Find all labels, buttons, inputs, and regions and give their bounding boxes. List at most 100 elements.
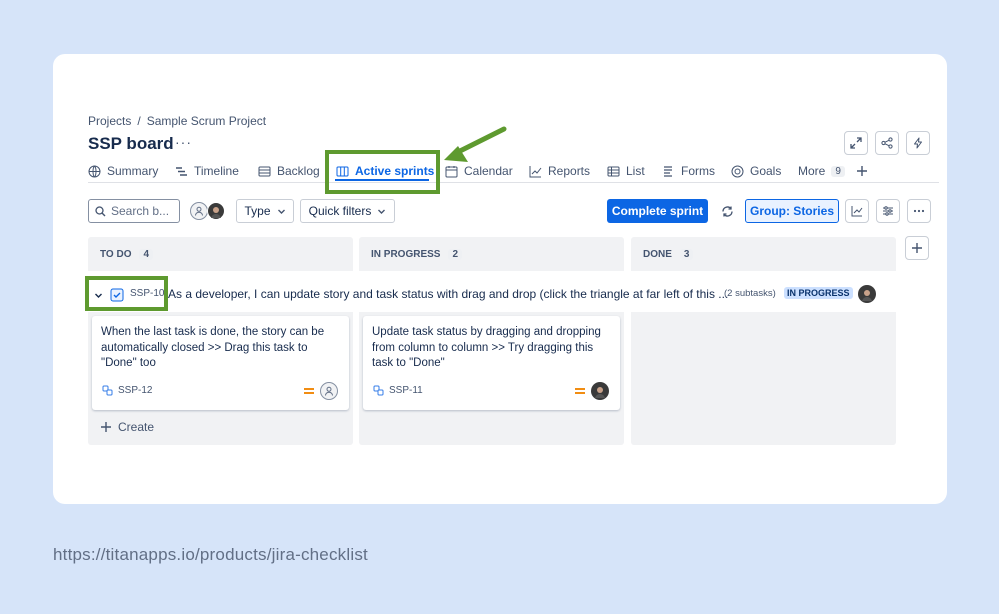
user-photo-icon <box>209 204 223 218</box>
goals-icon <box>731 165 744 178</box>
tab-timeline[interactable]: Timeline <box>175 162 239 180</box>
issue-key-row: SSP-12 <box>102 385 152 396</box>
forms-icon <box>662 165 675 178</box>
share-button[interactable] <box>875 131 899 155</box>
tab-goals-label: Goals <box>750 164 781 178</box>
plus-icon <box>911 242 923 254</box>
tab-summary-label: Summary <box>107 164 158 178</box>
story-assignee-avatar[interactable] <box>858 285 876 303</box>
tab-goals[interactable]: Goals <box>731 162 781 180</box>
story-subtasks: (2 subtasks) <box>724 288 776 299</box>
breadcrumb: Projects / Sample Scrum Project <box>88 114 266 128</box>
search-icon <box>95 206 106 217</box>
column-todo-header: TO DO 4 <box>88 237 353 271</box>
person-icon <box>194 206 204 216</box>
share-icon <box>881 137 893 149</box>
breadcrumb-separator: / <box>137 114 140 128</box>
column-done-body <box>631 312 896 445</box>
user-photo-icon <box>860 287 874 301</box>
annotation-arrow-icon <box>438 124 508 166</box>
column-done-title: DONE <box>643 249 672 260</box>
search-input[interactable]: Search b... <box>88 199 180 223</box>
chevron-down-icon <box>277 207 286 216</box>
story-key-highlight <box>85 276 168 311</box>
tab-list[interactable]: List <box>607 162 645 180</box>
story-summary: As a developer, I can update story and t… <box>168 287 728 301</box>
tab-calendar-label: Calendar <box>464 164 513 178</box>
expand-icon <box>850 137 862 149</box>
add-column-button[interactable] <box>905 236 929 260</box>
tab-backlog[interactable]: Backlog <box>258 162 320 180</box>
tab-forms-label: Forms <box>681 164 715 178</box>
issue-summary: When the last task is done, the story ca… <box>101 325 340 372</box>
quick-filters-dropdown[interactable]: Quick filters <box>300 199 395 223</box>
tabs-divider <box>88 182 939 183</box>
breadcrumb-projects[interactable]: Projects <box>88 114 131 128</box>
calendar-icon <box>445 165 458 178</box>
breadcrumb-project[interactable]: Sample Scrum Project <box>147 114 266 128</box>
page-title: SSP board <box>88 134 174 154</box>
column-done-header: DONE 3 <box>631 237 896 271</box>
type-filter-label: Type <box>244 204 270 218</box>
column-todo-title: TO DO <box>100 249 131 260</box>
assignee-avatar-unassigned[interactable] <box>320 382 338 400</box>
tab-more-label: More <box>798 164 825 178</box>
avatar-user[interactable] <box>207 202 225 220</box>
column-inprogress-count: 2 <box>448 249 462 260</box>
tab-reports-label: Reports <box>548 164 590 178</box>
plus-icon <box>856 165 868 177</box>
column-todo-count: 4 <box>139 249 153 260</box>
insights-button[interactable] <box>845 199 869 223</box>
person-icon <box>324 386 334 396</box>
footer-url: https://titanapps.io/products/jira-check… <box>53 545 368 565</box>
automation-button[interactable] <box>906 131 930 155</box>
subtask-icon <box>102 385 113 396</box>
plus-icon <box>100 421 112 433</box>
assignee-avatar[interactable] <box>591 382 609 400</box>
globe-icon <box>88 165 101 178</box>
active-sprints-highlight <box>325 150 440 194</box>
tab-timeline-label: Timeline <box>194 164 239 178</box>
more-count-badge: 9 <box>831 166 845 177</box>
issue-key[interactable]: SSP-11 <box>389 385 423 396</box>
reports-icon <box>529 165 542 178</box>
tab-summary[interactable]: Summary <box>88 162 158 180</box>
tab-list-label: List <box>626 164 645 178</box>
issue-summary: Update task status by dragging and dropp… <box>372 325 611 372</box>
type-filter-dropdown[interactable]: Type <box>236 199 294 223</box>
issue-card-ssp-12[interactable]: When the last task is done, the story ca… <box>92 316 349 410</box>
create-issue-button[interactable]: Create <box>100 420 154 434</box>
subtask-icon <box>373 385 384 396</box>
refresh-icon <box>721 205 734 218</box>
column-inprogress-title: IN PROGRESS <box>371 249 440 260</box>
more-options-button[interactable] <box>907 199 931 223</box>
priority-medium-icon <box>575 388 585 396</box>
tab-forms[interactable]: Forms <box>662 162 715 180</box>
status-badge: IN PROGRESS <box>784 287 853 299</box>
sliders-icon <box>882 205 894 217</box>
avatar-unassigned[interactable] <box>190 202 208 220</box>
board-panel: Projects/Sample Scrum Project SSP board … <box>53 54 947 504</box>
search-placeholder: Search b... <box>111 204 169 218</box>
issue-key[interactable]: SSP-12 <box>118 385 152 396</box>
story-swimlane-header[interactable]: SSP-10 As a developer, I can update stor… <box>88 284 878 306</box>
ellipsis-icon <box>913 205 925 217</box>
view-settings-button[interactable] <box>876 199 900 223</box>
add-tab-button[interactable] <box>856 162 868 180</box>
backlog-icon <box>258 165 271 178</box>
tab-more[interactable]: More 9 <box>798 162 845 180</box>
expand-button[interactable] <box>844 131 868 155</box>
issue-card-ssp-11[interactable]: Update task status by dragging and dropp… <box>363 316 620 410</box>
refresh-button[interactable] <box>715 199 739 223</box>
tab-backlog-label: Backlog <box>277 164 320 178</box>
chevron-down-icon <box>377 207 386 216</box>
column-inprogress-header: IN PROGRESS 2 <box>359 237 624 271</box>
priority-medium-icon <box>304 388 314 396</box>
group-by-button[interactable]: Group: Stories <box>745 199 839 223</box>
issue-key-row: SSP-11 <box>373 385 423 396</box>
quick-filters-label: Quick filters <box>309 204 372 218</box>
user-photo-icon <box>593 384 607 398</box>
more-actions-button[interactable]: ··· <box>175 134 192 150</box>
tab-reports[interactable]: Reports <box>529 162 590 180</box>
complete-sprint-button[interactable]: Complete sprint <box>607 199 708 223</box>
